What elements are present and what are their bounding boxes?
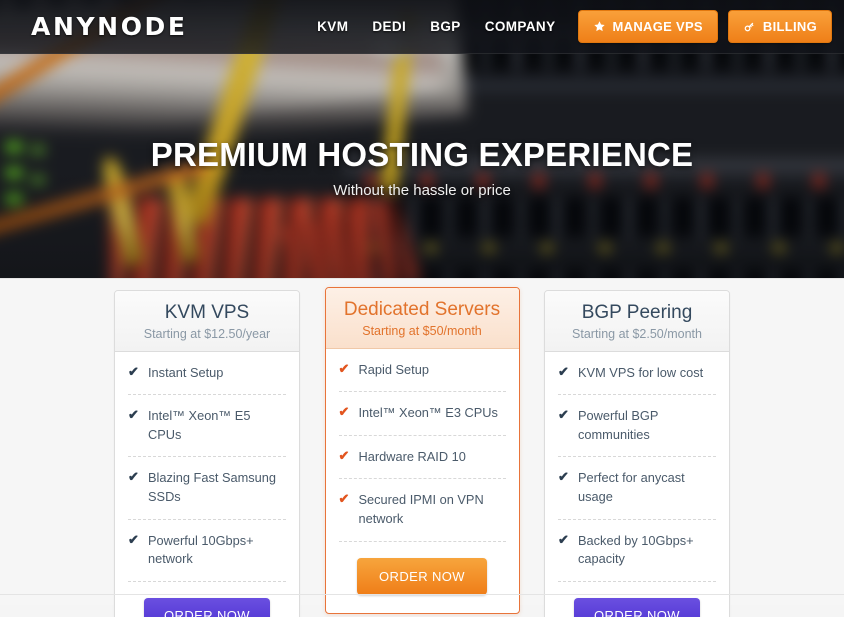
- nav-link-bgp[interactable]: BGP: [418, 11, 472, 42]
- card-feature-list: ✔ Rapid Setup ✔ Intel™ Xeon™ E3 CPUs ✔ H…: [326, 349, 519, 542]
- check-icon: ✔: [128, 531, 139, 547]
- key-icon: [743, 20, 756, 33]
- card-feature-list: ✔ Instant Setup ✔ Intel™ Xeon™ E5 CPUs ✔…: [115, 352, 299, 582]
- hero-subtitle: Without the hassle or price: [333, 182, 511, 200]
- pricing-card-dedicated-servers[interactable]: Dedicated Servers Starting at $50/month …: [324, 287, 520, 614]
- main-navigation: KVM DEDI BGP COMPANY MANAGE VPS BILLING: [305, 10, 832, 43]
- section-divider: [0, 594, 844, 595]
- order-now-button[interactable]: ORDER NOW: [357, 557, 487, 595]
- feature-item: ✔ Instant Setup: [128, 352, 286, 396]
- feature-label: Instant Setup: [148, 364, 224, 380]
- order-now-button[interactable]: ORDER NOW: [144, 597, 270, 617]
- feature-label: Perfect for anycast usage: [578, 470, 685, 505]
- card-header: BGP Peering Starting at $2.50/month: [545, 291, 729, 352]
- check-icon: ✔: [128, 469, 139, 485]
- feature-item: ✔ Powerful 10Gbps+ network: [128, 520, 286, 582]
- page-root: PREMIUM HOSTING EXPERIENCE Without the h…: [0, 0, 844, 617]
- feature-item: ✔ Intel™ Xeon™ E3 CPUs: [338, 392, 506, 436]
- feature-label: Rapid Setup: [358, 361, 429, 377]
- feature-item: ✔ Blazing Fast Samsung SSDs: [128, 457, 286, 520]
- site-header: ANYNODE KVM DEDI BGP COMPANY MANAGE VPS: [0, 0, 844, 54]
- feature-item: ✔ Rapid Setup: [338, 349, 506, 393]
- nav-link-company[interactable]: COMPANY: [473, 11, 568, 42]
- feature-item: ✔ Intel™ Xeon™ E5 CPUs: [128, 395, 286, 458]
- card-price: Starting at $2.50/month: [572, 326, 702, 341]
- check-icon: ✔: [338, 447, 350, 463]
- feature-label: Blazing Fast Samsung SSDs: [148, 470, 277, 505]
- check-icon: ✔: [338, 404, 350, 420]
- feature-item: ✔ KVM VPS for low cost: [558, 352, 716, 396]
- feature-item: ✔ Perfect for anycast usage: [558, 457, 716, 520]
- check-icon: ✔: [338, 491, 350, 507]
- pricing-card-kvm-vps[interactable]: KVM VPS Starting at $12.50/year ✔ Instan…: [114, 290, 300, 617]
- nav-link-kvm[interactable]: KVM: [305, 11, 360, 42]
- feature-item: ✔ Secured IPMI on VPN network: [338, 479, 506, 542]
- pricing-card-bgp-peering[interactable]: BGP Peering Starting at $2.50/month ✔ KV…: [544, 290, 730, 617]
- check-icon: ✔: [338, 360, 350, 376]
- manage-vps-button[interactable]: MANAGE VPS: [577, 10, 718, 43]
- card-footer: ORDER NOW: [545, 582, 729, 617]
- check-icon: ✔: [558, 407, 569, 423]
- manage-vps-label: MANAGE VPS: [612, 19, 703, 34]
- feature-item: ✔ Powerful BGP communities: [558, 395, 716, 458]
- pricing-card-row: KVM VPS Starting at $12.50/year ✔ Instan…: [114, 279, 730, 617]
- feature-label: Powerful BGP communities: [578, 408, 659, 442]
- feature-label: Backed by 10Gbps+ capacity: [578, 532, 694, 567]
- order-now-button[interactable]: ORDER NOW: [574, 597, 700, 617]
- pricing-section: KVM VPS Starting at $12.50/year ✔ Instan…: [0, 278, 844, 617]
- check-icon: ✔: [558, 363, 569, 379]
- card-title: Dedicated Servers: [343, 299, 501, 320]
- feature-label: Secured IPMI on VPN network: [358, 492, 484, 527]
- feature-item: ✔ Hardware RAID 10: [338, 436, 506, 480]
- card-footer: ORDER NOW: [115, 582, 299, 617]
- check-icon: ✔: [558, 469, 569, 485]
- check-icon: ✔: [558, 531, 569, 547]
- card-header: KVM VPS Starting at $12.50/year: [115, 291, 299, 352]
- hero-text-block: PREMIUM HOSTING EXPERIENCE Without the h…: [0, 136, 844, 200]
- card-title: KVM VPS: [164, 302, 250, 323]
- feature-label: Powerful 10Gbps+ network: [148, 532, 254, 567]
- card-header: Dedicated Servers Starting at $50/month: [325, 288, 519, 349]
- card-price: Starting at $50/month: [362, 323, 482, 338]
- card-footer: ORDER NOW: [326, 542, 519, 613]
- feature-label: Intel™ Xeon™ E5 CPUs: [148, 408, 251, 442]
- card-title: BGP Peering: [581, 302, 693, 323]
- star-icon: [593, 20, 606, 33]
- check-icon: ✔: [128, 407, 139, 423]
- feature-label: Hardware RAID 10: [358, 448, 466, 464]
- feature-label: Intel™ Xeon™ E3 CPUs: [358, 405, 498, 421]
- billing-button[interactable]: BILLING: [727, 10, 832, 43]
- site-logo[interactable]: ANYNODE: [31, 14, 188, 39]
- check-icon: ✔: [128, 363, 139, 379]
- hero-title: PREMIUM HOSTING EXPERIENCE: [150, 136, 694, 173]
- billing-label: BILLING: [762, 19, 817, 34]
- feature-label: KVM VPS for low cost: [578, 364, 704, 380]
- nav-link-dedi[interactable]: DEDI: [360, 11, 418, 42]
- card-feature-list: ✔ KVM VPS for low cost ✔ Powerful BGP co…: [545, 352, 729, 582]
- card-price: Starting at $12.50/year: [143, 326, 271, 341]
- feature-item: ✔ Backed by 10Gbps+ capacity: [558, 520, 716, 582]
